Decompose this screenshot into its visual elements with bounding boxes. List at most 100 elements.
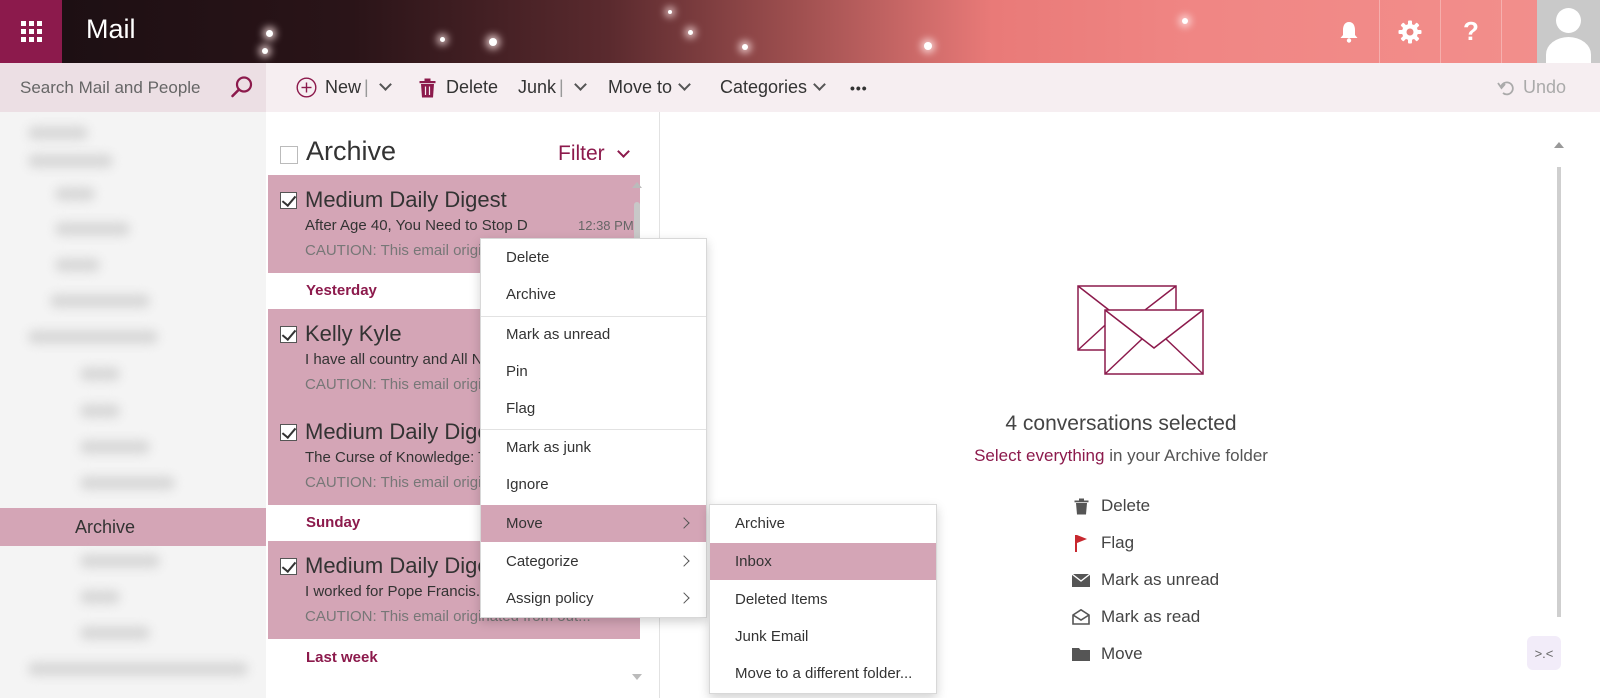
- chevron-down-icon[interactable]: [573, 78, 587, 91]
- menu-item-pin[interactable]: Pin: [481, 353, 706, 390]
- submenu-item-move-different-folder[interactable]: Move to a different folder...: [710, 655, 936, 692]
- message-preview: CAUTION: This email origin: [305, 376, 490, 393]
- move-to-button[interactable]: Move to: [608, 63, 691, 112]
- folder-item[interactable]: [50, 294, 150, 308]
- notifications-button[interactable]: [1318, 0, 1380, 63]
- mark-read-action[interactable]: Mark as read: [1071, 607, 1200, 627]
- folder-item[interactable]: [80, 626, 150, 640]
- banner-star: [1182, 18, 1188, 24]
- folder-item[interactable]: [28, 154, 113, 168]
- message-checkbox[interactable]: [280, 558, 297, 575]
- group-header: Last week: [306, 649, 378, 666]
- junk-button[interactable]: Junk |: [518, 63, 587, 112]
- action-label: Delete: [1101, 496, 1151, 515]
- delete-button[interactable]: Delete: [419, 63, 498, 112]
- app-title: Mail: [86, 14, 136, 44]
- folder-item[interactable]: [55, 187, 95, 201]
- menu-item-ignore[interactable]: Ignore: [481, 466, 706, 503]
- undo-label: Undo: [1523, 77, 1567, 97]
- message-checkbox[interactable]: [280, 192, 297, 209]
- envelope-open-icon: [1071, 607, 1091, 627]
- menu-item-assign-policy[interactable]: Assign policy: [481, 580, 706, 617]
- menu-item-categorize[interactable]: Categorize: [481, 543, 706, 580]
- menu-item-archive[interactable]: Archive: [481, 276, 706, 313]
- menu-item-label: Assign policy: [506, 590, 594, 607]
- scroll-up-arrow[interactable]: [632, 182, 642, 188]
- menu-item-move[interactable]: Move: [481, 505, 706, 542]
- folder-pane: Archive: [0, 112, 266, 698]
- folder-item[interactable]: [80, 476, 175, 490]
- select-everything-link[interactable]: Select everything: [974, 446, 1104, 465]
- flag-action[interactable]: Flag: [1071, 533, 1134, 553]
- delete-label: Delete: [446, 77, 499, 97]
- message-checkbox[interactable]: [280, 326, 297, 343]
- message-preview: CAUTION: This email origin: [305, 474, 490, 491]
- undo-button[interactable]: Undo: [1497, 63, 1566, 112]
- help-button[interactable]: ?: [1440, 0, 1502, 63]
- folder-item[interactable]: [28, 662, 248, 676]
- chevron-right-icon: [678, 555, 690, 567]
- banner-star: [489, 38, 497, 46]
- folder-item[interactable]: [80, 404, 120, 418]
- trash-icon: [419, 78, 436, 97]
- search-box: [0, 63, 266, 112]
- menu-item-label: Move: [506, 515, 543, 532]
- move-action[interactable]: Move: [1071, 644, 1143, 664]
- banner-star: [742, 44, 748, 50]
- select-all-checkbox[interactable]: [280, 146, 298, 164]
- assistant-icon[interactable]: >.<: [1527, 636, 1561, 670]
- folder-item[interactable]: [55, 222, 130, 236]
- search-icon[interactable]: [230, 75, 254, 99]
- chevron-right-icon: [678, 517, 690, 529]
- envelope-closed-icon: [1071, 570, 1091, 590]
- submenu-item-inbox[interactable]: Inbox: [710, 543, 936, 580]
- group-header: Sunday: [306, 514, 361, 531]
- scroll-down-arrow[interactable]: [632, 674, 642, 680]
- submenu-item-deleted-items[interactable]: Deleted Items: [710, 581, 936, 618]
- folder-item[interactable]: [28, 126, 88, 140]
- chevron-down-icon: [678, 78, 691, 91]
- folder-label: Archive: [75, 517, 136, 537]
- action-label: Flag: [1101, 533, 1135, 552]
- menu-item-mark-junk[interactable]: Mark as junk: [481, 429, 706, 466]
- categories-button[interactable]: Categories: [720, 63, 826, 112]
- menu-item-flag[interactable]: Flag: [481, 390, 706, 427]
- search-input[interactable]: [20, 76, 230, 100]
- filter-button[interactable]: Filter: [558, 142, 630, 166]
- submenu-item-junk-email[interactable]: Junk Email: [710, 618, 936, 655]
- delete-action[interactable]: Delete: [1071, 496, 1150, 516]
- avatar[interactable]: [1537, 0, 1600, 63]
- reading-scrollbar-thumb[interactable]: [1557, 167, 1561, 617]
- chevron-down-icon[interactable]: [378, 78, 392, 91]
- banner-star: [262, 48, 268, 54]
- message-checkbox[interactable]: [280, 424, 297, 441]
- banner-star: [668, 10, 672, 14]
- envelopes-illustration: [1077, 285, 1204, 375]
- more-options-button[interactable]: •••: [850, 63, 868, 112]
- folder-item-archive[interactable]: Archive: [0, 508, 266, 546]
- app-launcher-button[interactable]: [0, 0, 62, 63]
- mark-unread-action[interactable]: Mark as unread: [1071, 570, 1219, 590]
- new-button[interactable]: New |: [296, 63, 392, 112]
- scroll-up-arrow[interactable]: [1554, 142, 1564, 148]
- folder-item[interactable]: [80, 590, 120, 604]
- banner-star: [440, 37, 445, 42]
- folder-item[interactable]: [28, 330, 158, 344]
- action-label: Mark as read: [1101, 607, 1201, 626]
- banner-star: [924, 42, 932, 50]
- folder-item[interactable]: [80, 367, 120, 381]
- folder-item[interactable]: [80, 440, 150, 454]
- folder-item[interactable]: [55, 258, 100, 272]
- select-everything-suffix: in your Archive folder: [1104, 446, 1268, 465]
- move-submenu: Archive Inbox Deleted Items Junk Email M…: [709, 504, 937, 694]
- add-circle-icon: [296, 77, 317, 98]
- group-header: Yesterday: [306, 282, 377, 299]
- categories-label: Categories: [720, 77, 808, 97]
- menu-item-mark-unread[interactable]: Mark as unread: [481, 316, 706, 353]
- settings-button[interactable]: [1379, 0, 1441, 63]
- menu-item-delete[interactable]: Delete: [481, 239, 706, 276]
- submenu-item-archive[interactable]: Archive: [710, 505, 936, 542]
- banner-star: [266, 30, 273, 37]
- folder-item[interactable]: [80, 554, 160, 568]
- message-subject: After Age 40, You Need to Stop D: [305, 217, 528, 234]
